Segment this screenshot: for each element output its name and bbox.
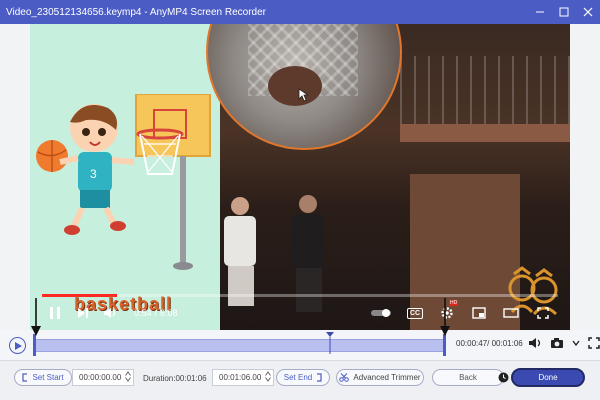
video-preview-area: 3 basketball 0:54 / 6:08 CC HD	[0, 24, 600, 330]
pause-button[interactable]	[44, 300, 66, 326]
trim-selection	[34, 340, 445, 351]
minimize-button[interactable]	[528, 0, 552, 24]
cc-icon: CC	[406, 307, 424, 319]
camera-icon[interactable]	[550, 337, 564, 349]
total-duration: 6:08	[160, 308, 178, 318]
title-bar: Video_230512134656.keymp4 - AnyMP4 Scree…	[0, 0, 600, 24]
next-button[interactable]	[74, 300, 92, 326]
fullscreen-button[interactable]	[532, 300, 554, 326]
end-time-value: 00:01:06.00	[219, 373, 262, 382]
pause-icon	[50, 307, 60, 319]
captions-button[interactable]: CC	[404, 300, 426, 326]
svg-text:3: 3	[90, 167, 97, 181]
back-button[interactable]: Back	[432, 369, 504, 386]
current-time: 0:54	[134, 308, 152, 318]
end-time-stepper[interactable]	[265, 371, 271, 382]
mouse-cursor-icon	[298, 88, 308, 102]
bracket-left-icon	[22, 373, 28, 382]
chevron-down-icon	[125, 377, 131, 382]
autoplay-toggle-icon	[371, 309, 391, 317]
back-label: Back	[459, 373, 477, 382]
chevron-up-icon	[125, 371, 131, 376]
window-title: Video_230512134656.keymp4 - AnyMP4 Scree…	[6, 6, 266, 18]
expand-icon[interactable]	[588, 337, 600, 349]
timeline-playhead[interactable]	[326, 332, 335, 360]
video-time-readout: 0:54 / 6:08	[134, 300, 178, 326]
end-time-input[interactable]: 00:01:06.00	[212, 369, 274, 386]
trim-timeline-bar: 00:00:47/ 00:01:06	[0, 330, 600, 360]
theater-icon	[503, 308, 519, 318]
zoom-ball	[268, 66, 322, 106]
close-icon	[583, 7, 593, 17]
close-button[interactable]	[576, 0, 600, 24]
volume-button[interactable]	[100, 300, 122, 326]
done-button[interactable]: Done	[511, 368, 585, 387]
set-end-button[interactable]: Set End	[276, 369, 330, 386]
start-time-value: 00:00:00.00	[79, 373, 122, 382]
start-handle-arrow-icon	[31, 298, 41, 336]
advanced-trimmer-button[interactable]: Advanced Trimmer	[336, 369, 424, 386]
cartoon-kid-player: 3	[36, 104, 135, 235]
gym-balcony	[400, 124, 570, 142]
bracket-right-icon	[317, 373, 322, 382]
chevron-down-icon	[265, 377, 271, 382]
timeline-tools	[528, 337, 600, 349]
minimize-icon	[536, 11, 544, 13]
window-controls	[528, 0, 600, 24]
play-icon	[14, 341, 22, 350]
done-label: Done	[538, 373, 558, 382]
time-separator: /	[154, 308, 158, 318]
volume-icon[interactable]	[528, 337, 542, 349]
video-frame[interactable]: 3 basketball 0:54 / 6:08 CC HD	[30, 24, 570, 330]
start-time-stepper[interactable]	[125, 371, 131, 382]
scissors-icon	[339, 373, 350, 382]
next-icon	[78, 308, 88, 318]
timeline-time-readout: 00:00:47/ 00:01:06	[456, 339, 523, 348]
clock-icon[interactable]	[498, 372, 509, 383]
trim-track[interactable]	[33, 339, 446, 352]
chevron-up-icon	[265, 371, 271, 376]
set-start-label: Set Start	[32, 373, 64, 382]
video-player-controls: 0:54 / 6:08 CC HD	[30, 300, 570, 326]
miniplayer-icon	[472, 307, 486, 319]
theater-mode-button[interactable]	[500, 300, 522, 326]
gym-railing	[400, 56, 570, 126]
maximize-button[interactable]	[552, 0, 576, 24]
advanced-trimmer-label: Advanced Trimmer	[353, 373, 421, 382]
set-start-button[interactable]: Set Start	[14, 369, 72, 386]
end-handle-arrow-icon	[440, 298, 450, 336]
timeline-play-button[interactable]	[9, 337, 26, 354]
maximize-icon	[559, 7, 569, 17]
duration-label: Duration:00:01:06	[143, 374, 207, 383]
set-end-label: Set End	[283, 373, 313, 382]
autoplay-toggle[interactable]	[370, 300, 394, 326]
miniplayer-button[interactable]	[468, 300, 490, 326]
volume-icon	[104, 308, 116, 318]
chevron-down-icon[interactable]	[572, 339, 580, 347]
start-time-input[interactable]: 00:00:00.00	[72, 369, 134, 386]
fullscreen-icon	[537, 307, 549, 319]
